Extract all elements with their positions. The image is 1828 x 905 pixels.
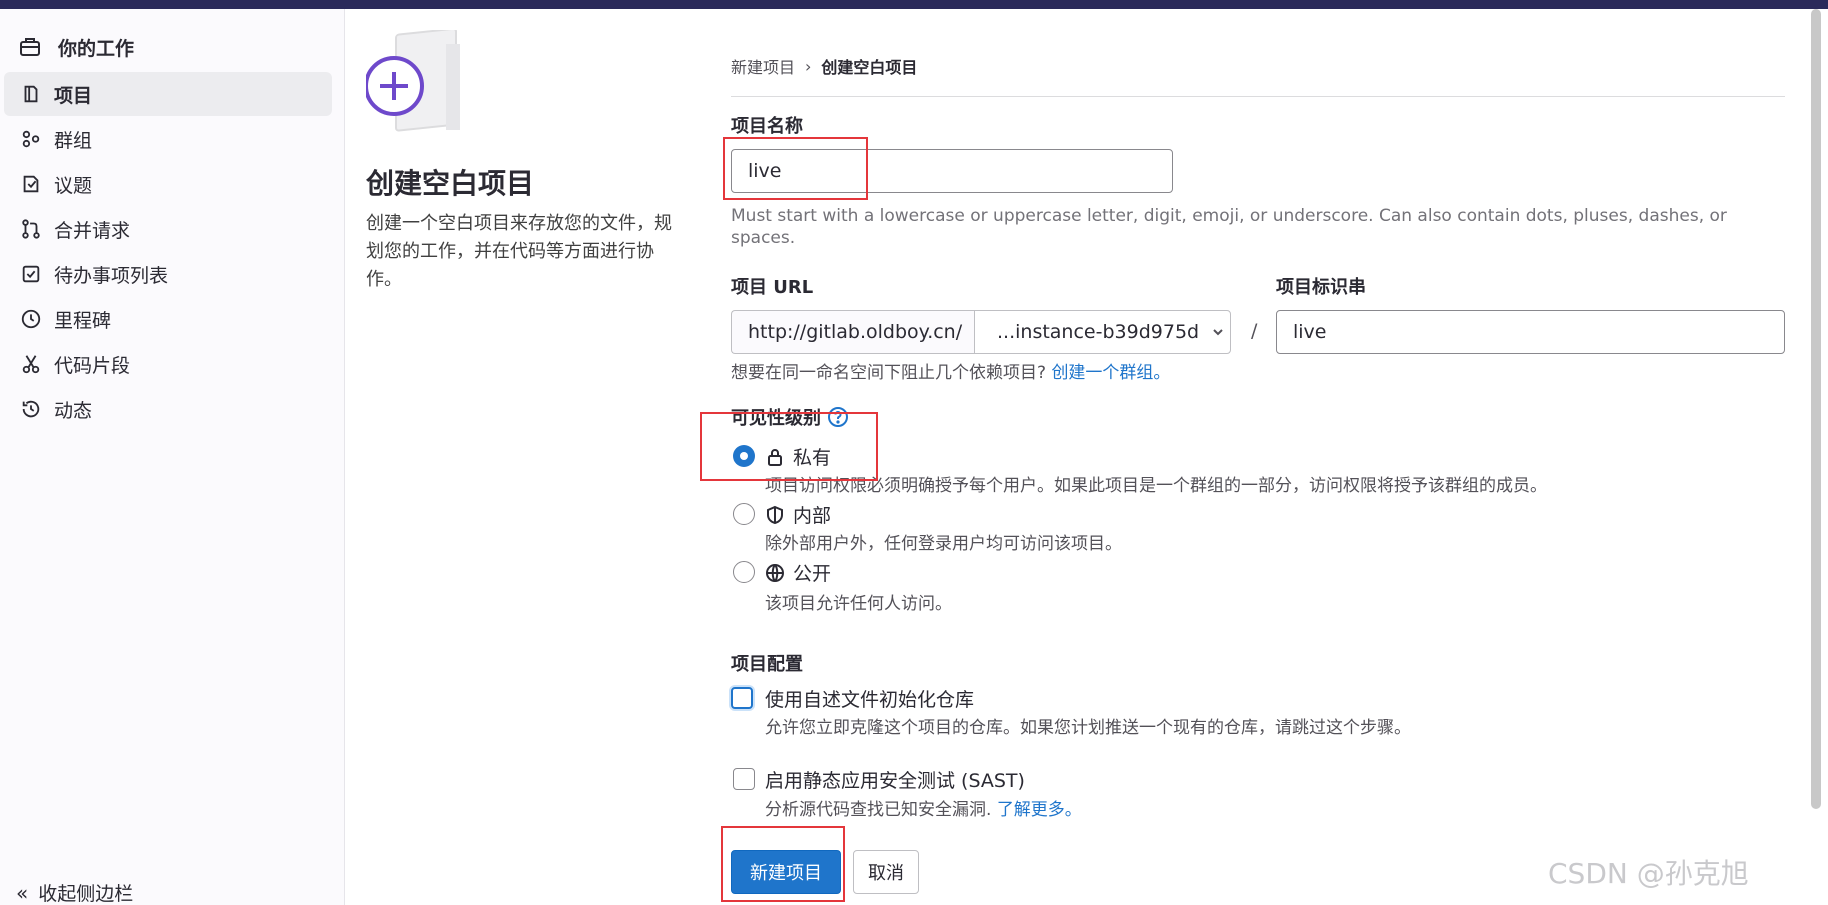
sidebar-item-label: 项目	[54, 84, 93, 107]
cancel-button[interactable]: 取消	[853, 850, 919, 894]
sidebar-header-title: 你的工作	[58, 37, 135, 60]
sidebar-header: 你的工作	[18, 27, 134, 67]
project-slug-input[interactable]: live	[1276, 310, 1785, 354]
breadcrumb-divider	[731, 96, 1785, 97]
sidebar-item-label: 待办事项列表	[54, 264, 169, 287]
sidebar-item-snippets[interactable]: 代码片段	[4, 342, 332, 386]
visibility-private-desc: 项目访问权限必须明确授予每个用户。如果此项目是一个群组的一部分，访问权限将授予该…	[765, 476, 1547, 496]
visibility-internal-title: 内部	[765, 501, 831, 528]
double-chevron-left-icon: «	[16, 880, 29, 905]
project-url-label: 项目 URL	[731, 277, 814, 298]
sidebar-item-label: 群组	[54, 129, 93, 152]
sidebar: 你的工作 项目 群组 议题 合并请求 待办事项列表 里程碑 代码片段 动态 « …	[0, 9, 345, 905]
visibility-public-title: 公开	[765, 559, 831, 586]
breadcrumb-current: 创建空白项目	[821, 58, 918, 77]
sidebar-item-issues[interactable]: 议题	[4, 162, 332, 206]
project-name-label: 项目名称	[731, 116, 803, 137]
chevron-down-icon	[1213, 329, 1223, 336]
chevron-right-icon: ›	[805, 56, 812, 76]
annotation-box-visibility	[700, 412, 878, 481]
milestone-icon	[21, 309, 41, 329]
sidebar-item-merge-requests[interactable]: 合并请求	[4, 207, 332, 251]
sidebar-item-milestones[interactable]: 里程碑	[4, 297, 332, 341]
merge-request-icon	[22, 219, 40, 239]
sidebar-item-todo[interactable]: 待办事项列表	[4, 252, 332, 296]
intro-description: 创建一个空白项目来存放您的文件，规划您的工作，并在代码等方面进行协作。	[366, 213, 672, 290]
learn-more-link[interactable]: 了解更多。	[997, 800, 1082, 820]
visibility-internal-radio[interactable]	[733, 503, 755, 525]
group-hint-text: 想要在同一命名空间下阻止几个依赖项目?	[731, 363, 1047, 383]
activity-icon	[22, 400, 40, 418]
project-slug-label: 项目标识串	[1276, 277, 1366, 298]
project-name-help: Must start with a lowercase or uppercase…	[731, 206, 1727, 248]
shield-icon	[767, 505, 783, 524]
project-config-label: 项目配置	[731, 654, 803, 675]
sidebar-item-label: 里程碑	[54, 309, 112, 332]
sidebar-item-label: 代码片段	[54, 354, 131, 377]
create-group-link[interactable]: 创建一个群组。	[1051, 363, 1170, 383]
intro-title: 创建空白项目	[366, 167, 535, 200]
visibility-public-radio[interactable]	[733, 561, 755, 583]
annotation-box-create	[721, 826, 845, 902]
url-separator: /	[1251, 320, 1258, 342]
visibility-public-label: 公开	[793, 563, 832, 585]
globe-icon	[766, 563, 784, 582]
sidebar-item-projects[interactable]: 项目	[4, 72, 332, 116]
snippet-icon	[22, 355, 40, 374]
init-readme-desc: 允许您立即克隆这个项目的仓库。如果您计划推送一个现有的仓库，请跳过这个步骤。	[765, 718, 1411, 738]
collapse-sidebar-button[interactable]: « 收起侧边栏	[16, 879, 133, 905]
breadcrumb-new-project[interactable]: 新建项目	[731, 54, 795, 78]
init-readme-label: 使用自述文件初始化仓库	[765, 689, 975, 711]
sast-label: 启用静态应用安全测试 (SAST)	[765, 770, 1025, 792]
collapse-sidebar-label: 收起侧边栏	[38, 883, 134, 905]
top-bar	[0, 0, 1828, 9]
sast-checkbox[interactable]	[733, 768, 755, 790]
sidebar-item-groups[interactable]: 群组	[4, 117, 332, 161]
group-hint: 想要在同一命名空间下阻止几个依赖项目? 创建一个群组。	[731, 362, 1170, 384]
breadcrumb: 新建项目 › 创建空白项目	[731, 54, 917, 78]
sast-desc-row: 分析源代码查找已知安全漏洞. 了解更多。	[765, 795, 1082, 820]
visibility-public-desc: 该项目允许任何人访问。	[765, 594, 952, 614]
namespace-select[interactable]: ...instance-b39d975d	[974, 310, 1231, 354]
sidebar-item-label: 动态	[54, 399, 93, 422]
sast-desc: 分析源代码查找已知安全漏洞.	[765, 800, 992, 820]
project-icon	[24, 85, 38, 103]
new-project-illustration	[366, 30, 460, 132]
briefcase-icon	[20, 38, 40, 56]
sidebar-item-activity[interactable]: 动态	[4, 387, 332, 431]
page-scrollbar[interactable]	[1811, 9, 1821, 809]
project-url-prefix: http://gitlab.oldboy.cn/	[731, 310, 974, 354]
init-readme-checkbox[interactable]	[731, 687, 753, 709]
visibility-internal-label: 内部	[793, 505, 832, 527]
todo-icon	[22, 265, 40, 283]
group-icon	[22, 130, 40, 148]
sidebar-item-label: 议题	[54, 174, 93, 197]
namespace-value: ...instance-b39d975d	[997, 321, 1200, 343]
issues-icon	[23, 175, 39, 193]
url-prefix-text: http://gitlab.oldboy.cn/	[748, 321, 963, 343]
watermark: CSDN @孙克旭	[1548, 857, 1749, 890]
annotation-box-name	[723, 137, 868, 200]
visibility-internal-desc: 除外部用户外，任何登录用户均可访问该项目。	[765, 534, 1122, 554]
sidebar-item-label: 合并请求	[54, 219, 131, 242]
